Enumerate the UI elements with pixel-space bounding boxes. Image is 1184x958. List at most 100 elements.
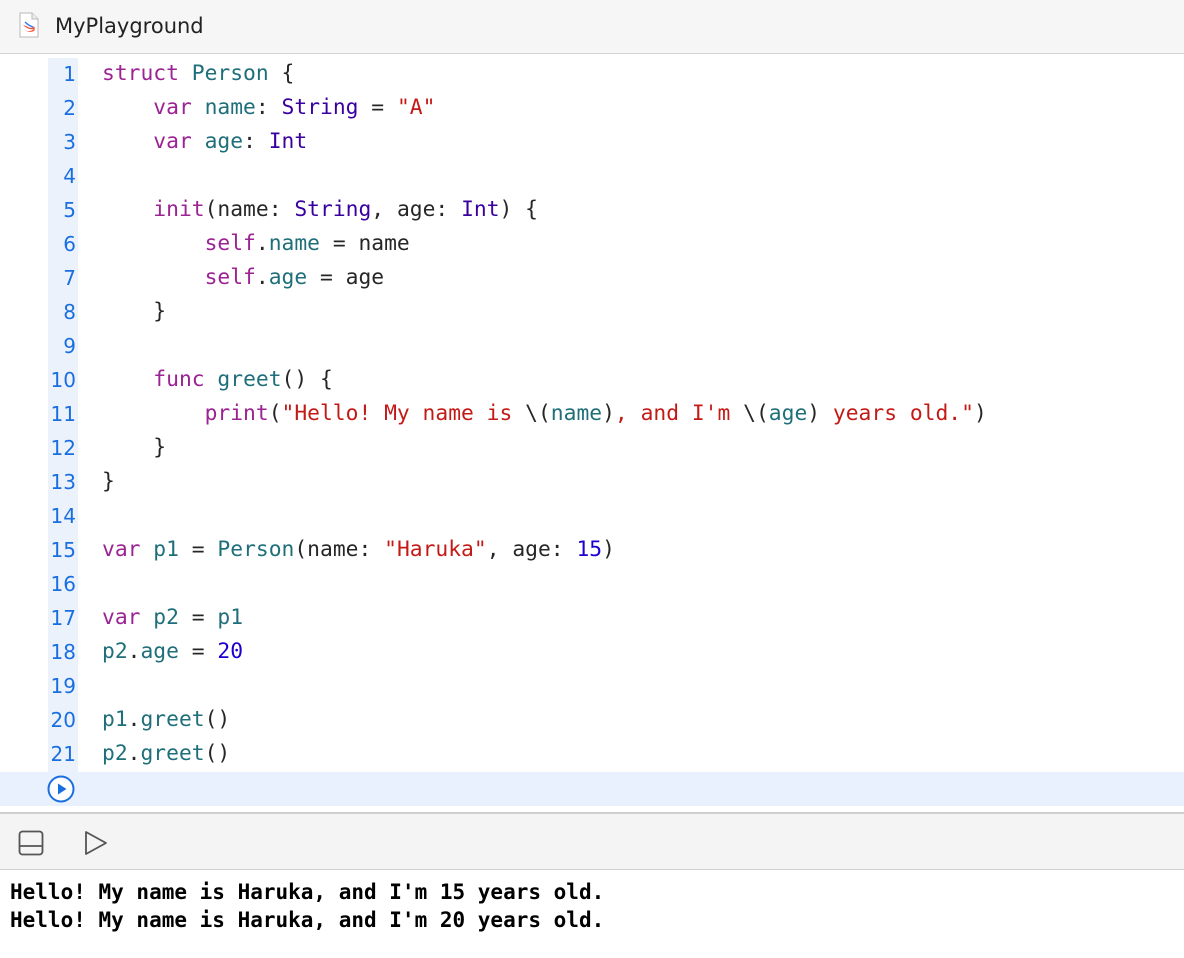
current-line-highlight[interactable] (0, 772, 1184, 806)
code-line[interactable]: 4 (0, 160, 1184, 194)
title-bar: MyPlayground (0, 0, 1184, 54)
code-token: age (268, 265, 308, 290)
code-token: (name: (204, 197, 295, 222)
code-text[interactable]: } (102, 469, 115, 494)
play-circle-icon[interactable] (47, 775, 75, 803)
code-token: , age: (486, 537, 577, 562)
play-icon[interactable] (82, 829, 110, 857)
code-token: \( (743, 401, 769, 426)
code-text[interactable]: p1.greet() (102, 707, 230, 732)
code-text[interactable]: p2.age = 20 (102, 639, 243, 664)
code-token: ) (602, 401, 615, 426)
code-line[interactable]: 2 var name: String = "A" (0, 92, 1184, 126)
code-line[interactable]: 9 (0, 330, 1184, 364)
code-text[interactable]: self.name = name (102, 231, 410, 256)
code-text[interactable]: } (102, 435, 166, 460)
code-text[interactable]: var name: String = "A" (102, 95, 435, 120)
line-number: 8 (63, 300, 76, 324)
code-text[interactable]: var p1 = Person(name: "Haruka", age: 15) (102, 537, 615, 562)
code-line[interactable]: 10 func greet() { (0, 364, 1184, 398)
line-number: 5 (63, 198, 76, 222)
code-text[interactable]: var age: Int (102, 129, 307, 154)
code-token: name (550, 401, 603, 426)
code-line[interactable]: 19 (0, 670, 1184, 704)
code-token: age (204, 129, 244, 154)
swift-file-icon (19, 12, 39, 38)
code-text[interactable]: } (102, 299, 166, 324)
code-token: p2 (102, 639, 128, 664)
code-token: . (127, 639, 141, 664)
line-number: 20 (50, 708, 76, 732)
code-token: self (204, 265, 256, 290)
code-text[interactable]: var p2 = p1 (102, 605, 243, 630)
code-token: () { (281, 367, 333, 392)
code-token: Int (268, 129, 308, 154)
code-line[interactable]: 14 (0, 500, 1184, 534)
code-token: ) (807, 401, 821, 426)
code-token: \( (525, 401, 551, 426)
code-token: . (255, 265, 269, 290)
code-token: Person (191, 61, 269, 86)
code-line[interactable]: 7 self.age = age (0, 262, 1184, 296)
code-line[interactable]: 6 self.name = name (0, 228, 1184, 262)
code-token: var (153, 95, 192, 120)
line-number: 17 (50, 606, 76, 630)
code-line[interactable]: 20 p1.greet() (0, 704, 1184, 738)
console-line: Hello! My name is Haruka, and I'm 20 yea… (10, 908, 605, 932)
code-token: p1 (102, 707, 128, 732)
code-text[interactable]: print("Hello! My name is \(name), and I'… (102, 401, 987, 426)
code-text[interactable]: struct Person { (102, 61, 294, 86)
line-number: 4 (63, 164, 76, 188)
code-token: . (127, 741, 141, 766)
debug-area-toggle-icon[interactable] (18, 830, 44, 856)
code-token: init (153, 197, 205, 222)
code-line[interactable]: 5 init(name: String, age: Int) { (0, 194, 1184, 228)
code-token: ) { (499, 197, 538, 222)
code-token: (name: (294, 537, 385, 562)
code-token: greet (140, 707, 205, 732)
code-line[interactable]: 17 var p2 = p1 (0, 602, 1184, 636)
code-token: Int (461, 197, 500, 222)
code-token: 20 (217, 639, 244, 664)
code-line[interactable]: 8 } (0, 296, 1184, 330)
code-token: . (255, 231, 269, 256)
code-text[interactable]: p2.greet() (102, 741, 230, 766)
code-token: name (268, 231, 320, 256)
code-line[interactable]: 21 p2.greet() (0, 738, 1184, 772)
code-line[interactable]: 11 print("Hello! My name is \(name), and… (0, 398, 1184, 432)
code-line[interactable]: 12 } (0, 432, 1184, 466)
code-token: ) (973, 401, 987, 426)
code-token: "Hello! My name is (281, 401, 526, 426)
code-text[interactable]: init(name: String, age: Int) { (102, 197, 538, 222)
code-token: 15 (576, 537, 603, 562)
code-token: = name (320, 231, 410, 256)
code-token: "A" (396, 95, 436, 120)
line-number: 11 (50, 402, 76, 426)
code-text[interactable]: self.age = age (102, 265, 385, 290)
code-token: } (102, 435, 167, 460)
code-text[interactable]: func greet() { (102, 367, 333, 392)
line-number: 14 (50, 504, 76, 528)
code-token: , age: (371, 197, 462, 222)
code-token: var (102, 537, 141, 562)
code-line[interactable]: 15 var p1 = Person(name: "Haruka", age: 1… (0, 534, 1184, 568)
code-line[interactable]: 16 (0, 568, 1184, 602)
line-number: 21 (50, 742, 76, 766)
code-line[interactable]: 13} (0, 466, 1184, 500)
code-line[interactable]: 1 struct Person { (0, 58, 1184, 92)
code-token: p1 (217, 605, 244, 630)
code-token: age (768, 401, 808, 426)
code-token: Person (217, 537, 295, 562)
code-line[interactable]: 3 var age: Int (0, 126, 1184, 160)
code-token: p2 (102, 741, 128, 766)
code-line[interactable]: 18 p2.age = 20 (0, 636, 1184, 670)
code-token: = (178, 639, 218, 664)
code-token: name (204, 95, 256, 120)
code-editor[interactable]: 1 struct Person {2 var name: String = "A"… (0, 54, 1184, 812)
